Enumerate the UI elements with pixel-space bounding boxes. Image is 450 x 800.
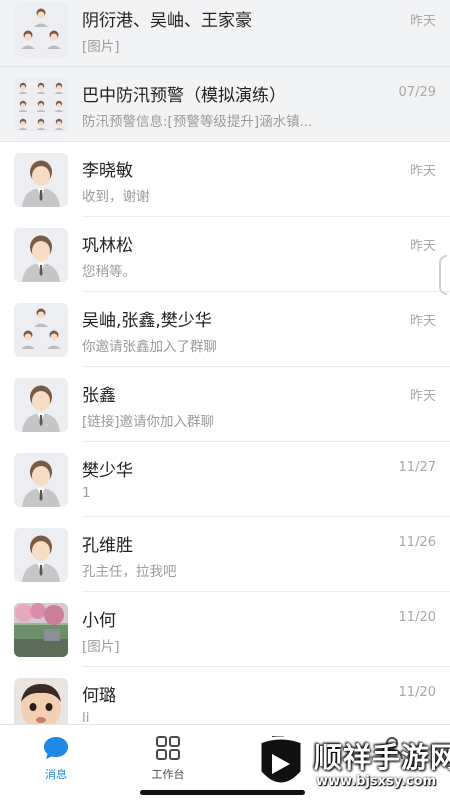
- user-avatar: [14, 153, 68, 207]
- grid-icon: [154, 734, 182, 762]
- chat-item[interactable]: 孔维胜 孔主任，拉我吧 11/26: [0, 517, 450, 592]
- chat-time: 11/27: [398, 460, 436, 475]
- chat-item[interactable]: 李晓敏 收到，谢谢 昨天: [0, 142, 450, 217]
- chat-name: 小何: [82, 611, 116, 631]
- chat-time: 昨天: [409, 314, 436, 329]
- chat-time: 11/26: [398, 535, 436, 550]
- tab-workbench[interactable]: 工作台: [112, 725, 224, 800]
- watermark-title: 顺祥手游网: [314, 741, 450, 774]
- chat-name: 樊少华: [82, 461, 133, 481]
- chat-item[interactable]: 小何 [图片] 11/20: [0, 592, 450, 667]
- chat-name: 巴中防汛预警（模拟演练）: [82, 86, 286, 106]
- chat-item[interactable]: 何璐 li 11/20: [0, 667, 450, 724]
- tab-label: 消息: [45, 768, 67, 781]
- chat-preview: 防汛预警信息:[预警等级提升]涵水镇...: [82, 114, 313, 130]
- home-indicator: [140, 790, 305, 795]
- chat-time: 昨天: [409, 239, 436, 254]
- chat-item[interactable]: 樊少华 1 11/27: [0, 442, 450, 517]
- chat-preview: [链接]邀请你加入群聊: [82, 414, 215, 430]
- watermark-logo-icon: [256, 736, 306, 792]
- chat-preview: [图片]: [82, 639, 120, 655]
- group-avatar: [14, 3, 68, 57]
- group-avatar: [14, 303, 68, 357]
- chat-name: 吴岫,张鑫,樊少华: [82, 311, 212, 331]
- chat-preview: 1: [82, 485, 91, 501]
- user-avatar: [14, 378, 68, 432]
- chat-name: 巩林松: [82, 236, 133, 256]
- user-avatar: [14, 453, 68, 507]
- chat-preview: li: [82, 710, 90, 724]
- chat-time: 11/20: [398, 685, 436, 700]
- chat-time: 昨天: [409, 14, 436, 29]
- chat-item[interactable]: 阴衍港、吴岫、王家豪 [图片] 昨天: [0, 0, 450, 67]
- user-avatar: [14, 528, 68, 582]
- chat-item[interactable]: 张鑫 [链接]邀请你加入群聊 昨天: [0, 367, 450, 442]
- chat-item[interactable]: 巴中防汛预警（模拟演练） 防汛预警信息:[预警等级提升]涵水镇... 07/29: [0, 67, 450, 142]
- chat-item[interactable]: 吴岫,张鑫,樊少华 你邀请张鑫加入了群聊 昨天: [0, 292, 450, 367]
- chat-preview: 孔主任，拉我吧: [82, 564, 177, 580]
- chat-preview: 你邀请张鑫加入了群聊: [82, 339, 217, 355]
- chat-time: 07/29: [398, 85, 436, 100]
- chat-time: 昨天: [409, 164, 436, 179]
- tab-messages[interactable]: 消息: [0, 725, 112, 800]
- chat-preview: 收到，谢谢: [82, 189, 150, 205]
- chat-name: 何璐: [82, 686, 116, 706]
- chat-item[interactable]: 巩林松 您稍等。 昨天: [0, 217, 450, 292]
- chat-list: 阴衍港、吴岫、王家豪 [图片] 昨天 巴中防汛预警（模拟演练） 防汛预警信息:[…: [0, 0, 450, 724]
- chat-time: 昨天: [409, 389, 436, 404]
- chat-preview: 您稍等。: [82, 264, 136, 280]
- chat-name: 张鑫: [82, 386, 116, 406]
- chat-time: 11/20: [398, 610, 436, 625]
- tab-label: 工作台: [151, 768, 185, 781]
- chat-name: 李晓敏: [82, 161, 133, 181]
- chat-name: 孔维胜: [82, 536, 133, 556]
- group-avatar: [14, 78, 68, 132]
- user-avatar: [14, 228, 68, 282]
- side-drawer-handle[interactable]: [439, 255, 447, 295]
- baby-photo-avatar: [14, 678, 68, 724]
- chat-name: 阴衍港、吴岫、王家豪: [82, 11, 252, 31]
- watermark-url: www.bjsxsy.com: [316, 774, 437, 789]
- photo-avatar: [14, 603, 68, 657]
- chat-preview: [图片]: [82, 39, 120, 55]
- chat-bubble-icon: [42, 734, 70, 762]
